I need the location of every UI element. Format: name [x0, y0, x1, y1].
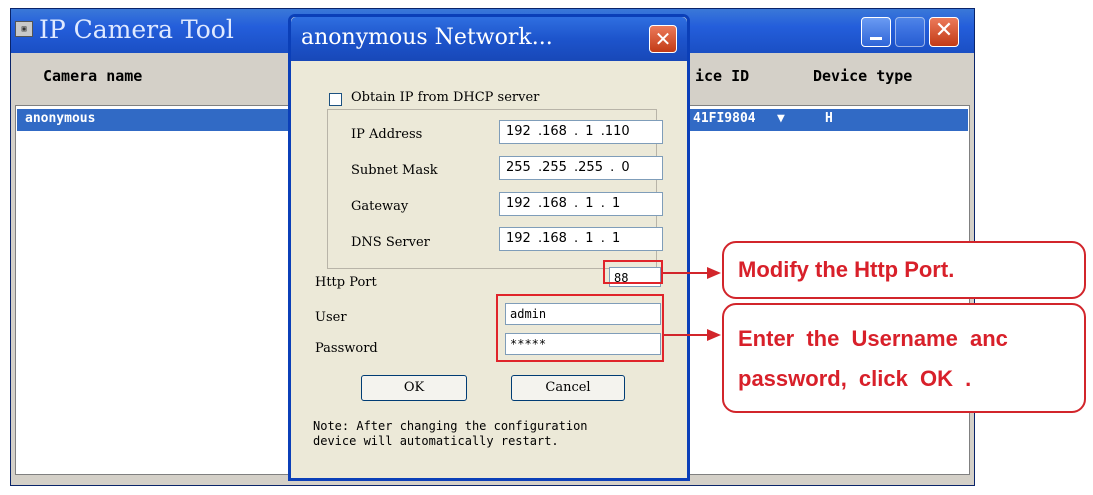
ok-button[interactable]: OK: [361, 375, 467, 401]
maximize-button[interactable]: [895, 17, 925, 47]
camera-name-cell: anonymous: [25, 111, 96, 126]
http-port-label: Http Port: [315, 275, 377, 290]
network-settings-dialog: anonymous Network... ✕ Obtain IP from DH…: [288, 14, 690, 481]
column-header-device-type[interactable]: Device type: [813, 67, 912, 85]
main-window-title: IP Camera Tool: [39, 15, 234, 44]
restart-note: Note: After changing the configuration d…: [313, 419, 588, 449]
camera-app-icon: ▣: [15, 21, 33, 37]
subnet-mask-field[interactable]: 255 .255 .255 . 0: [499, 156, 663, 180]
port-callout-text: Modify the Http Port.: [738, 257, 955, 282]
dialog-title-bar[interactable]: anonymous Network... ✕: [291, 17, 687, 61]
minimize-button[interactable]: [861, 17, 891, 47]
dns-server-label: DNS Server: [351, 235, 430, 250]
column-header-camera-name[interactable]: Camera name: [43, 67, 142, 85]
gateway-field[interactable]: 192 .168 . 1 . 1: [499, 192, 663, 216]
port-callout: Modify the Http Port.: [722, 241, 1086, 299]
user-label: User: [315, 310, 347, 325]
dhcp-checkbox-label: Obtain IP from DHCP server: [351, 90, 540, 105]
dialog-title: anonymous Network...: [301, 25, 553, 50]
credentials-arrow-head-icon: [707, 329, 721, 341]
port-arrow-head-icon: [707, 267, 721, 279]
password-label: Password: [315, 341, 378, 356]
ip-address-field[interactable]: 192 .168 . 1 .110: [499, 120, 663, 144]
dhcp-checkbox[interactable]: [329, 93, 342, 106]
ip-address-label: IP Address: [351, 127, 423, 142]
dialog-close-button[interactable]: ✕: [649, 25, 677, 53]
close-button[interactable]: ✕: [929, 17, 959, 47]
credentials-arrow-line: [664, 334, 709, 336]
scroll-marker-icon: ▼: [777, 111, 785, 126]
device-id-cell: 41FI9804: [693, 111, 756, 126]
gateway-label: Gateway: [351, 199, 409, 214]
credentials-callout-line-2: password, click OK .: [738, 366, 972, 391]
credentials-callout: Enter the Username anc password, click O…: [722, 303, 1086, 413]
dns-server-field[interactable]: 192 .168 . 1 . 1: [499, 227, 663, 251]
column-header-device-id[interactable]: ice ID: [695, 67, 749, 85]
credentials-highlight: [496, 294, 664, 362]
credentials-callout-line-1: Enter the Username anc: [738, 326, 1008, 351]
note-line-1: Note: After changing the configuration: [313, 419, 588, 433]
subnet-mask-label: Subnet Mask: [351, 163, 438, 178]
device-type-cell: H: [825, 111, 833, 126]
cancel-button[interactable]: Cancel: [511, 375, 625, 401]
http-port-highlight: [603, 260, 663, 284]
note-line-2: device will automatically restart.: [313, 434, 559, 448]
port-arrow-line: [663, 272, 709, 274]
